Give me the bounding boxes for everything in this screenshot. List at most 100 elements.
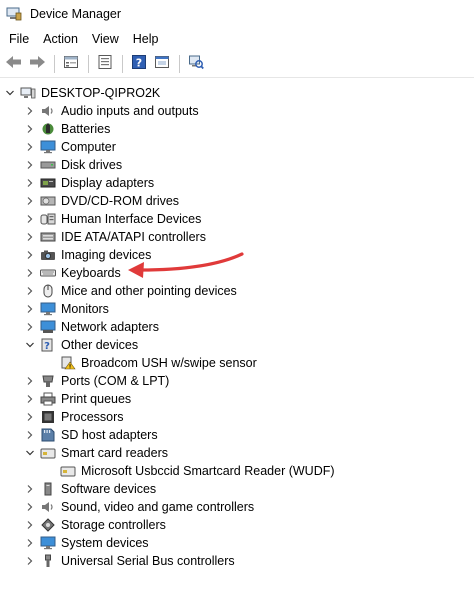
- speaker-icon: [40, 104, 56, 118]
- device-list-button[interactable]: [94, 53, 116, 75]
- usb-icon: [40, 554, 56, 568]
- properties-sheet-icon: [63, 54, 79, 73]
- back-button[interactable]: [3, 53, 25, 75]
- menu-help[interactable]: Help: [126, 30, 166, 48]
- tree-item-computer[interactable]: Computer: [24, 138, 116, 156]
- tree-item-label: Computer: [61, 140, 116, 154]
- tree-item-other-devices[interactable]: ? Other devices: [24, 336, 138, 354]
- expand-chevron-icon[interactable]: [24, 318, 36, 336]
- expand-chevron-icon[interactable]: [24, 246, 36, 264]
- help-button[interactable]: ?: [128, 53, 150, 75]
- forward-button[interactable]: [26, 53, 48, 75]
- tree-item-audio[interactable]: Audio inputs and outputs: [24, 102, 199, 120]
- tree-item-label: Keyboards: [61, 266, 121, 280]
- expand-chevron-icon[interactable]: [24, 498, 36, 516]
- scan-hardware-button[interactable]: [185, 53, 207, 75]
- tree-item-software-devices[interactable]: Software devices: [24, 480, 156, 498]
- battery-icon: [40, 122, 56, 136]
- tree-item-disk-drives[interactable]: Disk drives: [24, 156, 122, 174]
- toolbar-separator: [88, 54, 89, 73]
- tree-item-network[interactable]: Network adapters: [24, 318, 159, 336]
- tree-item-system-devices[interactable]: System devices: [24, 534, 149, 552]
- tree-item-label: Disk drives: [61, 158, 123, 172]
- collapse-chevron-icon[interactable]: [4, 84, 16, 102]
- view-device-button[interactable]: [151, 53, 173, 75]
- expand-chevron-icon[interactable]: [24, 174, 36, 192]
- menu-file[interactable]: File: [2, 30, 36, 48]
- window-title: Device Manager: [30, 7, 122, 21]
- tree-item-hid[interactable]: Human Interface Devices: [24, 210, 201, 228]
- expand-chevron-icon[interactable]: [24, 102, 36, 120]
- toolbar-separator: [54, 54, 55, 73]
- tree-item-storage-controllers[interactable]: Storage controllers: [24, 516, 166, 534]
- tree-item-label: Other devices: [61, 338, 139, 352]
- device-manager-app-icon: [6, 7, 22, 21]
- tree-item-sound-video[interactable]: Sound, video and game controllers: [24, 498, 254, 516]
- collapse-chevron-icon[interactable]: [24, 336, 36, 354]
- expand-chevron-icon[interactable]: [24, 156, 36, 174]
- tree-item-broadcom[interactable]: Broadcom USH w/swipe sensor: [60, 354, 257, 372]
- expand-chevron-icon[interactable]: [24, 480, 36, 498]
- expand-chevron-icon[interactable]: [24, 390, 36, 408]
- expand-chevron-icon[interactable]: [24, 372, 36, 390]
- tree-item-label: Smart card readers: [61, 446, 168, 460]
- expand-chevron-icon[interactable]: [24, 534, 36, 552]
- expand-chevron-icon[interactable]: [24, 192, 36, 210]
- tree-item-label: Mice and other pointing devices: [61, 284, 237, 298]
- tree-item-label: Monitors: [61, 302, 109, 316]
- tree-item-usbccid-reader[interactable]: Microsoft Usbccid Smartcard Reader (WUDF…: [60, 462, 335, 480]
- monitor-icon: [40, 302, 56, 316]
- expand-chevron-icon[interactable]: [24, 228, 36, 246]
- expand-chevron-icon[interactable]: [24, 552, 36, 570]
- network-adapter-icon: [40, 320, 56, 334]
- tree-item-imaging[interactable]: Imaging devices: [24, 246, 151, 264]
- collapse-chevron-icon[interactable]: [24, 444, 36, 462]
- view-device-icon: [154, 54, 170, 73]
- tree-item-mice[interactable]: Mice and other pointing devices: [24, 282, 237, 300]
- storage-controller-icon: [40, 518, 56, 532]
- expand-chevron-icon[interactable]: [24, 516, 36, 534]
- back-arrow-icon: [5, 55, 23, 72]
- menu-bar: File Action View Help: [0, 28, 474, 50]
- smart-card-reader-icon: [40, 446, 56, 460]
- tree-item-label: Broadcom USH w/swipe sensor: [81, 356, 257, 370]
- tree-item-label: Software devices: [61, 482, 157, 496]
- tree-item-print-queues[interactable]: Print queues: [24, 390, 131, 408]
- disk-drive-icon: [40, 158, 56, 172]
- computer-icon: [40, 140, 56, 154]
- tree-item-monitors[interactable]: Monitors: [24, 300, 109, 318]
- camera-icon: [40, 248, 56, 262]
- tree-item-label: Storage controllers: [61, 518, 166, 532]
- expand-chevron-icon[interactable]: [24, 138, 36, 156]
- system-device-icon: [40, 536, 56, 550]
- expand-chevron-icon[interactable]: [24, 300, 36, 318]
- tree-item-ports[interactable]: Ports (COM & LPT): [24, 372, 169, 390]
- tree-item-sd-host[interactable]: SD host adapters: [24, 426, 158, 444]
- tree-item-display-adapters[interactable]: Display adapters: [24, 174, 154, 192]
- tree-item-batteries[interactable]: Batteries: [24, 120, 110, 138]
- expand-chevron-icon[interactable]: [24, 264, 36, 282]
- computer-root-icon: [20, 86, 36, 100]
- expand-chevron-icon[interactable]: [24, 210, 36, 228]
- keyboard-icon: [40, 266, 56, 280]
- tree-item-ide[interactable]: IDE ATA/ATAPI controllers: [24, 228, 206, 246]
- tree-item-processors[interactable]: Processors: [24, 408, 124, 426]
- processor-icon: [40, 410, 56, 424]
- toolbar-separator: [122, 54, 123, 73]
- tree-item-dvd-drives[interactable]: DVD/CD-ROM drives: [24, 192, 179, 210]
- properties-button[interactable]: [60, 53, 82, 75]
- printer-icon: [40, 392, 56, 406]
- menu-action[interactable]: Action: [36, 30, 85, 48]
- tree-root[interactable]: DESKTOP-QIPRO2K: [4, 84, 160, 102]
- warning-device-icon: [60, 356, 76, 370]
- tree-item-keyboards[interactable]: Keyboards: [24, 264, 121, 282]
- tree-item-smart-card-readers[interactable]: Smart card readers: [24, 444, 168, 462]
- expand-chevron-icon[interactable]: [24, 282, 36, 300]
- tree-item-label: Human Interface Devices: [61, 212, 202, 226]
- menu-view[interactable]: View: [85, 30, 126, 48]
- expand-chevron-icon[interactable]: [24, 408, 36, 426]
- tree-item-label: Audio inputs and outputs: [61, 104, 199, 118]
- expand-chevron-icon[interactable]: [24, 120, 36, 138]
- expand-chevron-icon[interactable]: [24, 426, 36, 444]
- tree-item-usb[interactable]: Universal Serial Bus controllers: [24, 552, 235, 570]
